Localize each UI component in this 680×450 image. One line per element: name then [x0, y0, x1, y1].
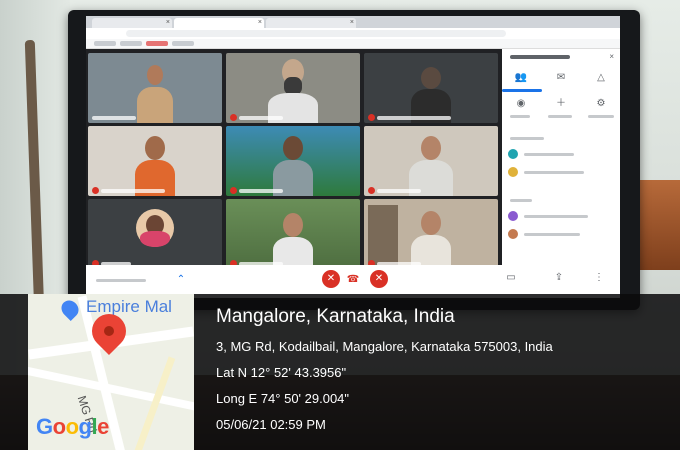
browser-tab[interactable]: × [266, 18, 356, 28]
mic-off-icon [368, 114, 375, 121]
chat-icon[interactable]: ✉ [554, 71, 568, 85]
address-bar [86, 28, 620, 39]
bookmark[interactable] [172, 41, 194, 46]
location-address: 3, MG Rd, Kodailbail, Mangalore, Karnata… [216, 339, 553, 354]
participant-list-item[interactable] [508, 229, 614, 241]
participant-list-item[interactable] [508, 167, 614, 179]
people-icon[interactable]: 👥 [514, 71, 528, 85]
participant-name [92, 114, 152, 121]
bookmarks-bar [86, 39, 620, 49]
location-info: Mangalore, Karnataka, India 3, MG Rd, Ko… [216, 302, 553, 432]
map-thumbnail: Empire Mal MG Rd Google [28, 294, 194, 450]
participant-name [92, 187, 172, 194]
mic-off-icon [92, 187, 99, 194]
participant-name [368, 114, 458, 121]
participant-name [368, 187, 428, 194]
participant-tile[interactable] [364, 126, 498, 196]
activities-icon[interactable]: △ [594, 71, 608, 85]
mic-off-icon [230, 187, 237, 194]
participant-name [230, 187, 290, 194]
participant-list-item[interactable] [508, 211, 614, 223]
participant-tile[interactable] [226, 53, 360, 123]
bookmark[interactable] [94, 41, 116, 46]
present-now-icon[interactable]: ⇪ [552, 271, 566, 285]
panel-title [510, 55, 570, 59]
browser-tab-active[interactable]: × [174, 18, 264, 28]
location-latitude: Lat N 12° 52' 43.3956" [216, 365, 347, 380]
meeting-video-grid [86, 49, 501, 269]
more-options-icon[interactable]: ⋮ [592, 271, 606, 285]
google-logo: Google [36, 414, 109, 439]
browser-tab-bar: × × × [86, 16, 620, 28]
chevron-up-icon[interactable]: ⌃ [174, 273, 188, 287]
participant-tile[interactable] [226, 126, 360, 196]
close-icon[interactable]: × [166, 18, 170, 28]
mic-off-icon [368, 187, 375, 194]
wooden-shelf [636, 180, 680, 270]
add-people-icon[interactable]: ＋ [554, 97, 568, 111]
participant-tile[interactable] [88, 53, 222, 123]
participant-list-item[interactable] [508, 149, 614, 161]
location-datetime: 05/06/21 02:59 PM [216, 417, 326, 432]
participant-avatar [136, 209, 174, 247]
participant-tile[interactable] [226, 199, 360, 269]
close-icon[interactable]: × [350, 18, 354, 28]
participant-tile[interactable] [364, 199, 498, 269]
location-city: Mangalore, Karnataka, India [216, 306, 455, 327]
captions-icon[interactable]: ▭ [504, 271, 518, 285]
participant-tile[interactable] [364, 53, 498, 123]
map-place-name: Empire Mal [86, 297, 172, 316]
mic-off-icon [230, 114, 237, 121]
mic-off-button[interactable]: ✕ [322, 270, 340, 288]
camera-off-button[interactable]: ✕ [370, 270, 388, 288]
meeting-details-link[interactable] [96, 279, 146, 282]
bookmark[interactable] [146, 41, 168, 46]
monitor: × × × × 👥 ✉ △ ◉ ＋ ⚙ ⌃ ✕ ☎ ✕ ▭ ⇪ ⋮ [68, 10, 640, 310]
end-call-icon[interactable]: ☎ [346, 273, 360, 287]
close-icon[interactable]: × [609, 52, 614, 61]
location-pin-center [104, 326, 114, 336]
monitor-screen: × × × × 👥 ✉ △ ◉ ＋ ⚙ ⌃ ✕ ☎ ✕ ▭ ⇪ ⋮ [86, 16, 620, 298]
mute-all-icon[interactable]: ◉ [514, 97, 528, 111]
participant-tile[interactable] [88, 199, 222, 269]
participant-name [230, 114, 290, 121]
url-field[interactable] [126, 30, 506, 37]
meeting-details-panel: × 👥 ✉ △ ◉ ＋ ⚙ [502, 49, 620, 265]
host-controls-icon[interactable]: ⚙ [594, 97, 608, 111]
close-icon[interactable]: × [258, 18, 262, 28]
participant-tile[interactable] [88, 126, 222, 196]
bookmark[interactable] [120, 41, 142, 46]
browser-tab[interactable]: × [92, 18, 172, 28]
location-longitude: Long E 74° 50' 29.004" [216, 391, 350, 406]
